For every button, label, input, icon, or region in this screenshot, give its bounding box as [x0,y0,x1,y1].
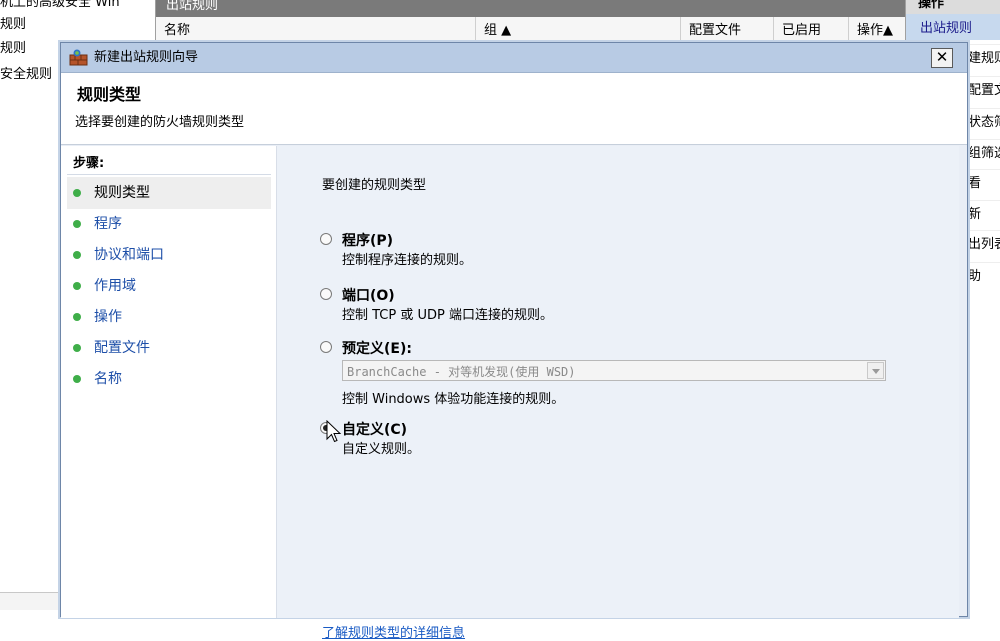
tree-pane-bottom-bar [0,592,62,610]
step-label: 规则类型 [94,185,150,201]
tree-item-outbound-rules[interactable]: 规则 [0,38,26,60]
predefined-select-value: BranchCache - 对等机发现(使用 WSD) [347,365,576,379]
column-header-enabled[interactable]: 已启用 [774,17,849,41]
option-program-label[interactable]: 程序(P) [342,230,393,250]
step-protocol-ports[interactable]: 协议和端口 [67,239,271,271]
close-button[interactable]: ✕ [931,48,953,68]
option-port-desc: 控制 TCP 或 UDP 端口连接的规则。 [342,308,553,323]
steps-title: 步骤: [73,156,105,171]
step-rule-type[interactable]: 规则类型 [67,177,271,209]
dialog-title-bar[interactable]: 新建出站规则向导 ✕ [61,43,967,73]
step-bullet-icon [73,251,81,259]
step-scope[interactable]: 作用域 [67,270,271,302]
step-label: 作用域 [94,278,136,294]
step-label: 名称 [94,371,122,387]
tree-item-root[interactable]: 机上的高级安全 Win [0,0,120,14]
step-label: 程序 [94,216,122,232]
column-header-action[interactable]: 操作▲ [849,17,906,41]
step-bullet-icon [73,375,81,383]
step-label: 协议和端口 [94,247,164,263]
option-predefined-desc: 控制 Windows 体验功能连接的规则。 [342,392,565,407]
step-action[interactable]: 操作 [67,301,271,333]
dialog-title: 新建出站规则向导 [94,50,199,65]
learn-more-link[interactable]: 了解规则类型的详细信息 [322,622,465,641]
step-program[interactable]: 程序 [67,208,271,240]
step-bullet-icon [73,189,81,197]
step-label: 操作 [94,309,122,325]
mouse-pointer-icon [326,420,342,443]
rule-type-prompt: 要创建的规则类型 [322,178,427,193]
actions-section-outbound[interactable]: 出站规则 [906,14,1000,40]
option-program-desc: 控制程序连接的规则。 [342,253,473,268]
wizard-content: 要创建的规则类型 程序(P) 控制程序连接的规则。 端口(O) 控制 TCP 或… [276,146,959,641]
steps-pane: 步骤: 规则类型 程序 协议和端口 作用域 操作 配置文件 名称 [61,146,276,618]
option-predefined-label[interactable]: 预定义(E): [342,338,412,358]
chevron-down-icon [867,362,884,379]
step-bullet-icon [73,282,81,290]
wizard-page-header: 规则类型 选择要创建的防火墙规则类型 [61,73,967,145]
step-bullet-icon [73,313,81,321]
step-bullet-icon [73,344,81,352]
column-header-name[interactable]: 名称 [156,17,476,41]
predefined-select: BranchCache - 对等机发现(使用 WSD) [342,360,886,381]
page-title: 规则类型 [77,85,142,104]
step-bullet-icon [73,220,81,228]
new-outbound-rule-wizard: 新建出站规则向导 ✕ 规则类型 选择要创建的防火墙规则类型 步骤: 规则类型 程… [60,42,968,641]
column-header-group[interactable]: 组 ▲ [476,17,681,41]
tree-item-inbound-rules[interactable]: 规则 [0,14,26,36]
page-subtitle: 选择要创建的防火墙规则类型 [75,115,245,130]
firewall-wall-icon [69,49,88,66]
radio-port[interactable] [320,288,332,300]
rules-list-title: 出站规则 [156,0,905,17]
column-header-profile[interactable]: 配置文件 [681,17,774,41]
actions-pane-title: 操作 [906,0,1000,14]
steps-divider [67,174,271,175]
tree-item-connection-security-rules[interactable]: 安全规则 [0,64,52,86]
step-profile[interactable]: 配置文件 [67,332,271,364]
radio-predefined[interactable] [320,341,332,353]
option-custom-desc: 自定义规则。 [342,442,421,457]
step-name[interactable]: 名称 [67,363,271,395]
step-label: 配置文件 [94,340,150,356]
radio-program[interactable] [320,233,332,245]
option-custom-label[interactable]: 自定义(C) [342,419,407,439]
option-port-label[interactable]: 端口(O) [342,285,395,305]
